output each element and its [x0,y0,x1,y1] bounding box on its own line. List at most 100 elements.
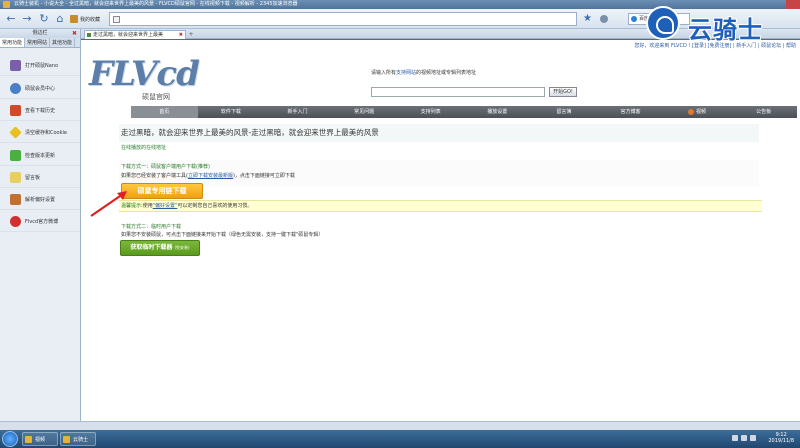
back-arrow-icon[interactable]: ← [4,12,18,26]
settings-gear-icon[interactable] [600,15,608,23]
menu-item-blog[interactable]: 官方博客 [597,106,664,118]
flvcd-logo[interactable]: FLVcd 硕鼠官网 [89,54,209,106]
note-icon [10,172,21,183]
volume-icon[interactable] [741,435,747,441]
favorites-icon [70,15,78,23]
menu-item-guestbook[interactable]: 留言簿 [531,106,598,118]
sidebar-item-label: 留言板 [25,175,41,181]
hint-suffix: 的视频地址或专辑列表地址 [416,70,477,76]
new-tab-button[interactable]: + [187,31,195,38]
sidebar-title-text: 侧边栏 [32,30,48,36]
forward-arrow-icon[interactable]: → [20,12,34,26]
video-icon [688,108,695,115]
preferences-link[interactable]: "偏好设置" [153,203,178,209]
tab-close-icon[interactable]: ✖ [179,31,183,39]
temp-downloader-label: 获取临时下载器 [130,244,173,251]
sidebar-tab-sites[interactable]: 常用网站 [25,38,51,47]
flvcd-download-button[interactable]: 硕鼠专用链下载 [121,183,203,199]
sidebar-item-label: 打开硕鼠Nano [25,63,59,69]
sidebar-tabs: 常用功能 常用网站 其他功能 [0,38,80,48]
sidebar-item-label: 清空缓存和Cookie [25,130,67,136]
flag-icon[interactable] [750,435,756,441]
menu-item-notice[interactable]: 公告板 [730,106,797,118]
method-1-prefix: 如果您已经安装了客户端工具( [121,173,188,179]
method-1-title: 下载方式一：硕鼠客户端用户下载(推荐) [121,164,210,170]
menu-item-play-settings[interactable]: 播放设置 [464,106,531,118]
start-button[interactable] [2,431,18,447]
sidebar-tab-common[interactable]: 常用功能 [0,38,26,47]
method-2-text: 如果您不安装硕鼠，可点击下面链接来开始下载（绿色无需安装，支持一键下载"硕鼠专辑… [121,232,324,238]
settings-icon [10,194,21,205]
refresh-icon[interactable]: ↻ [37,12,51,26]
menu-item-faq[interactable]: 常见问题 [331,106,398,118]
menu-item-video[interactable]: 视频 [664,106,731,118]
history-icon [10,105,21,116]
brand-watermark-text: 云骑士 [688,16,763,44]
sidebar-item-prefs[interactable]: 解析偏好设置 [0,190,80,210]
sidebar-item-nano[interactable]: 打开硕鼠Nano [0,56,80,76]
online-play-link[interactable]: 在线播放的在线地址 [121,144,166,151]
warning-icon [9,126,22,139]
sidebar-title: 侧边栏 ✖ [0,29,80,38]
install-latest-link[interactable]: 立即下载安装最新版 [188,173,233,179]
red-arrow-annotation [90,191,127,217]
sidebar-item-label: 检查版本更新 [25,153,56,159]
weibo-icon [10,216,21,227]
taskbar-item-video[interactable]: 视频 [22,432,58,446]
sidebar-item-label: 查看下载历史 [25,108,56,114]
sidebar-item-weibo[interactable]: Flvcd官方微博 [0,212,80,232]
menu-item-support[interactable]: 支持列表 [397,106,464,118]
flvcd-logo-subtitle: 硕鼠官网 [142,93,170,101]
sidebar-item-guestbook[interactable]: 留言板 [0,168,80,188]
tip-prefix: :使用 [141,203,153,209]
temp-downloader-button[interactable]: 获取临时下载器 (免安装) [120,240,200,256]
tip-suffix: 可以定制您自己喜欢的使用习惯。 [177,203,253,209]
sidebar-item-history[interactable]: 查看下载历史 [0,101,80,121]
method-1-suffix: )，点击下面链接可立即下载 [232,173,295,179]
bookmark-star-icon[interactable]: ★ [583,12,592,26]
sidebar-item-member[interactable]: 硕鼠会员中心 [0,79,80,99]
toolbar-extension-icons [600,13,608,25]
clock-date: 2019/11/8 [768,438,794,444]
supported-sites-link[interactable]: 支持网站 [396,70,416,76]
favorites-label: 我的收藏 [80,16,101,23]
menu-item-software[interactable]: 软件下载 [198,106,265,118]
home-icon[interactable]: ⌂ [53,12,67,26]
site-menu: 首页 软件下载 新手入门 常见问题 支持列表 播放设置 留言簿 官方博客 视频 … [131,106,797,118]
puzzle-icon [10,150,21,161]
taskbar-item-yunqishi[interactable]: 云骑士 [60,432,96,446]
knight-emblem-icon [646,6,680,40]
sidebar-item-update[interactable]: 检查版本更新 [0,146,80,166]
browser-app-icon [3,1,10,8]
system-tray [732,435,756,441]
close-icon[interactable]: ✖ [72,29,77,38]
url-hint: 请输入所有支持网站的视频地址或专辑列表地址 [371,69,476,76]
method-2-title: 下载方式二：临时用户下载 [121,224,182,230]
video-url-input[interactable] [371,87,545,97]
temp-downloader-sub: (免安装) [174,245,190,250]
download-method-2: 下载方式二：临时用户下载 如果您不安装硕鼠，可点击下面链接来开始下载（绿色无需安… [119,221,759,243]
method-1-text: 如果您已经安装了客户端工具(立即下载安装最新版)，点击下面链接可立即下载 [121,172,295,179]
menu-item-video-label: 视频 [696,109,707,115]
sidebar-item-clear-cache[interactable]: 清空缓存和Cookie [0,123,80,143]
window-title: 云骑士装机 - 小说大全 - 全过黑暗，就会迎来世界上最美的风景 - FLVCD… [14,1,298,7]
network-icon[interactable] [732,435,738,441]
start-go-button[interactable]: 开始GO! [549,87,577,97]
tab-title: 走过黑暗，就会迎来世界上最美 [93,32,164,38]
address-bar[interactable] [109,12,577,26]
tab-active[interactable]: 走过黑暗，就会迎来世界上最美 ✖ [84,30,186,39]
tools-icon [10,60,21,71]
video-title: 走过黑暗，就会迎来世界上最美的风景-走过黑暗，就会迎来世界上最美的风景 [119,124,759,142]
clock[interactable]: 9:12 2019/11/8 [768,432,794,444]
sidebar: 侧边栏 ✖ 常用功能 常用网站 其他功能 打开硕鼠Nano 硕鼠会员中心 查看下… [0,29,81,430]
page-content: 您好，欢迎来到 FLVCD ! [登录] [免费注册] | 新手入门 | 硕鼠论… [81,40,800,430]
sidebar-tab-other[interactable]: 其他功能 [50,38,76,47]
menu-item-beginner[interactable]: 新手入门 [264,106,331,118]
menu-item-home[interactable]: 首页 [131,106,198,118]
brand-watermark: 云骑士 [638,4,800,44]
favorites-button[interactable]: 我的收藏 [70,13,105,25]
tip-bar: 温馨提示:使用"偏好设置"可以定制您自己喜欢的使用习惯。 [119,200,762,212]
user-icon [10,83,21,94]
sidebar-item-label: 硕鼠会员中心 [25,86,56,92]
download-method-1: 下载方式一：硕鼠客户端用户下载(推荐) 如果您已经安装了客户端工具(立即下载安装… [119,160,759,187]
